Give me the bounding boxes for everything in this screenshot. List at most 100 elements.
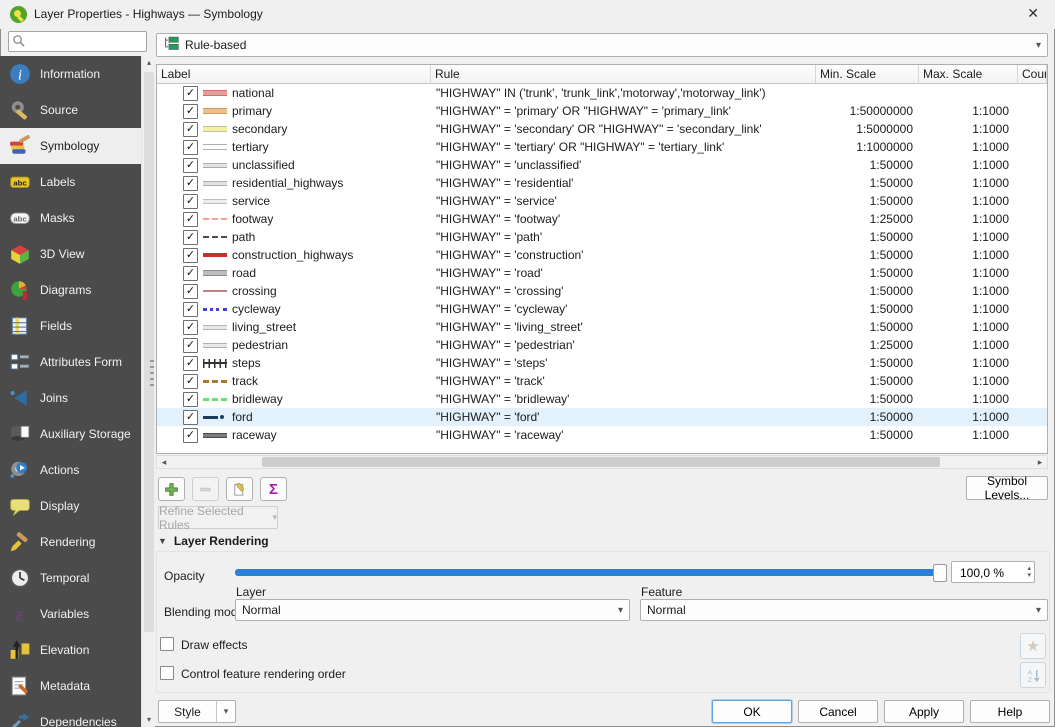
sidebar-item-labels[interactable]: abcLabels: [0, 164, 141, 200]
opacity-slider[interactable]: [235, 563, 947, 581]
rule-checkbox[interactable]: ✓: [183, 428, 198, 443]
spin-down-icon[interactable]: ▾: [1027, 571, 1031, 580]
column-header-count[interactable]: Count: [1018, 65, 1047, 83]
sidebar-item-display[interactable]: Display: [0, 488, 141, 524]
cancel-button[interactable]: Cancel: [798, 700, 878, 723]
rendering-order-options-button[interactable]: AZ: [1020, 662, 1046, 688]
table-row[interactable]: ✓pedestrian"HIGHWAY" = 'pedestrian'1:250…: [157, 336, 1047, 354]
scroll-up-icon[interactable]: ▴: [142, 56, 156, 70]
sidebar-item-dependencies[interactable]: Dependencies: [0, 704, 141, 727]
sidebar-item-elevation[interactable]: Elevation: [0, 632, 141, 668]
table-row[interactable]: ✓tertiary"HIGHWAY" = 'tertiary' OR "HIGH…: [157, 138, 1047, 156]
renderer-select[interactable]: Rule-based ▾: [156, 33, 1048, 57]
rule-checkbox[interactable]: ✓: [183, 230, 198, 245]
rule-symbol[interactable]: [203, 163, 227, 168]
draw-effects-checkbox[interactable]: [160, 637, 174, 651]
sidebar-item-3d-view[interactable]: 3D View: [0, 236, 141, 272]
sidebar-item-masks[interactable]: abcMasks: [0, 200, 141, 236]
sidebar-item-auxiliary-storage[interactable]: Auxiliary Storage: [0, 416, 141, 452]
feature-blend-select[interactable]: Normal ▾: [640, 599, 1048, 621]
layer-blend-select[interactable]: Normal ▾: [235, 599, 630, 621]
table-row[interactable]: ✓raceway"HIGHWAY" = 'raceway'1:500001:10…: [157, 426, 1047, 444]
rule-checkbox[interactable]: ✓: [183, 302, 198, 317]
layer-rendering-collapse[interactable]: ▼ Layer Rendering: [158, 534, 269, 548]
rule-symbol[interactable]: [203, 218, 227, 220]
apply-button[interactable]: Apply: [884, 700, 964, 723]
sidebar-item-metadata[interactable]: Metadata: [0, 668, 141, 704]
rule-symbol[interactable]: [203, 236, 227, 238]
edit-rule-button[interactable]: [226, 477, 253, 501]
sidebar-item-source[interactable]: Source: [0, 92, 141, 128]
rule-symbol[interactable]: [203, 181, 227, 186]
rule-checkbox[interactable]: ✓: [183, 194, 198, 209]
sidebar-scroll-thumb[interactable]: [144, 72, 154, 632]
table-row[interactable]: ✓primary"HIGHWAY" = 'primary' OR "HIGHWA…: [157, 102, 1047, 120]
rule-symbol[interactable]: [203, 308, 227, 311]
sidebar-scrollbar[interactable]: ▴ ▾: [141, 56, 155, 727]
rule-symbol[interactable]: [203, 253, 227, 257]
rule-checkbox[interactable]: ✓: [183, 374, 198, 389]
sidebar-item-symbology[interactable]: Symbology: [0, 128, 141, 164]
table-row[interactable]: ✓unclassified"HIGHWAY" = 'unclassified'1…: [157, 156, 1047, 174]
table-row[interactable]: ✓residential_highways"HIGHWAY" = 'reside…: [157, 174, 1047, 192]
table-row[interactable]: ✓steps"HIGHWAY" = 'steps'1:500001:1000: [157, 354, 1047, 372]
rule-checkbox[interactable]: ✓: [183, 356, 198, 371]
rule-checkbox[interactable]: ✓: [183, 392, 198, 407]
opacity-slider-track[interactable]: [235, 569, 947, 576]
rule-symbol[interactable]: [203, 415, 227, 420]
sidebar-item-fields[interactable]: Fields: [0, 308, 141, 344]
sidebar-item-rendering[interactable]: Rendering: [0, 524, 141, 560]
table-row[interactable]: ✓living_street"HIGHWAY" = 'living_street…: [157, 318, 1047, 336]
rule-checkbox[interactable]: ✓: [183, 122, 198, 137]
rule-checkbox[interactable]: ✓: [183, 248, 198, 263]
rule-checkbox[interactable]: ✓: [183, 266, 198, 281]
sidebar-item-joins[interactable]: Joins: [0, 380, 141, 416]
sidebar-item-diagrams[interactable]: Diagrams: [0, 272, 141, 308]
search-input[interactable]: [28, 34, 142, 50]
table-row[interactable]: ✓national"HIGHWAY" IN ('trunk', 'trunk_l…: [157, 84, 1047, 102]
table-row[interactable]: ✓ford"HIGHWAY" = 'ford'1:500001:1000: [157, 408, 1047, 426]
table-row[interactable]: ✓road"HIGHWAY" = 'road'1:500001:1000: [157, 264, 1047, 282]
ok-button[interactable]: OK: [712, 700, 792, 723]
close-icon[interactable]: ✕: [1023, 5, 1043, 22]
scroll-right-icon[interactable]: ▸: [1033, 456, 1047, 468]
add-rule-button[interactable]: [158, 477, 185, 501]
panel-splitter-handle[interactable]: [150, 360, 154, 386]
rule-symbol[interactable]: [203, 398, 227, 401]
rule-symbol[interactable]: [203, 290, 227, 292]
rule-checkbox[interactable]: ✓: [183, 86, 198, 101]
rule-symbol[interactable]: [203, 433, 227, 438]
control-rendering-order-checkbox[interactable]: [160, 666, 174, 680]
column-header-label[interactable]: Label: [157, 65, 431, 83]
rule-symbol[interactable]: [203, 380, 227, 383]
rule-checkbox[interactable]: ✓: [183, 284, 198, 299]
rule-symbol[interactable]: [203, 343, 227, 348]
rule-checkbox[interactable]: ✓: [183, 212, 198, 227]
horizontal-scrollbar[interactable]: ◂ ▸: [156, 455, 1048, 469]
rule-checkbox[interactable]: ✓: [183, 410, 198, 425]
rule-symbol[interactable]: [203, 199, 227, 204]
table-row[interactable]: ✓service"HIGHWAY" = 'service'1:500001:10…: [157, 192, 1047, 210]
rule-symbol[interactable]: [203, 108, 227, 114]
table-row[interactable]: ✓cycleway"HIGHWAY" = 'cycleway'1:500001:…: [157, 300, 1047, 318]
rule-symbol[interactable]: [203, 144, 227, 150]
rule-symbol[interactable]: [203, 359, 227, 368]
opacity-slider-handle[interactable]: [933, 564, 947, 582]
table-row[interactable]: ✓path"HIGHWAY" = 'path'1:500001:1000: [157, 228, 1047, 246]
sidebar-item-actions[interactable]: Actions: [0, 452, 141, 488]
rule-symbol[interactable]: [203, 90, 227, 96]
column-header-rule[interactable]: Rule: [431, 65, 816, 83]
rule-checkbox[interactable]: ✓: [183, 338, 198, 353]
remove-rule-button[interactable]: [192, 477, 219, 501]
opacity-input[interactable]: [958, 565, 1020, 581]
table-row[interactable]: ✓secondary"HIGHWAY" = 'secondary' OR "HI…: [157, 120, 1047, 138]
style-menu-button[interactable]: Style ▾: [158, 700, 236, 723]
column-header-max-scale[interactable]: Max. Scale: [919, 65, 1018, 83]
help-button[interactable]: Help: [970, 700, 1050, 723]
horizontal-scroll-thumb[interactable]: [262, 457, 940, 467]
refine-selected-rules-button[interactable]: Refine Selected Rules ▾: [158, 506, 278, 529]
scroll-left-icon[interactable]: ◂: [157, 456, 171, 468]
sidebar-item-information[interactable]: iInformation: [0, 56, 141, 92]
column-header-min-scale[interactable]: Min. Scale: [816, 65, 919, 83]
sidebar-item-temporal[interactable]: Temporal: [0, 560, 141, 596]
